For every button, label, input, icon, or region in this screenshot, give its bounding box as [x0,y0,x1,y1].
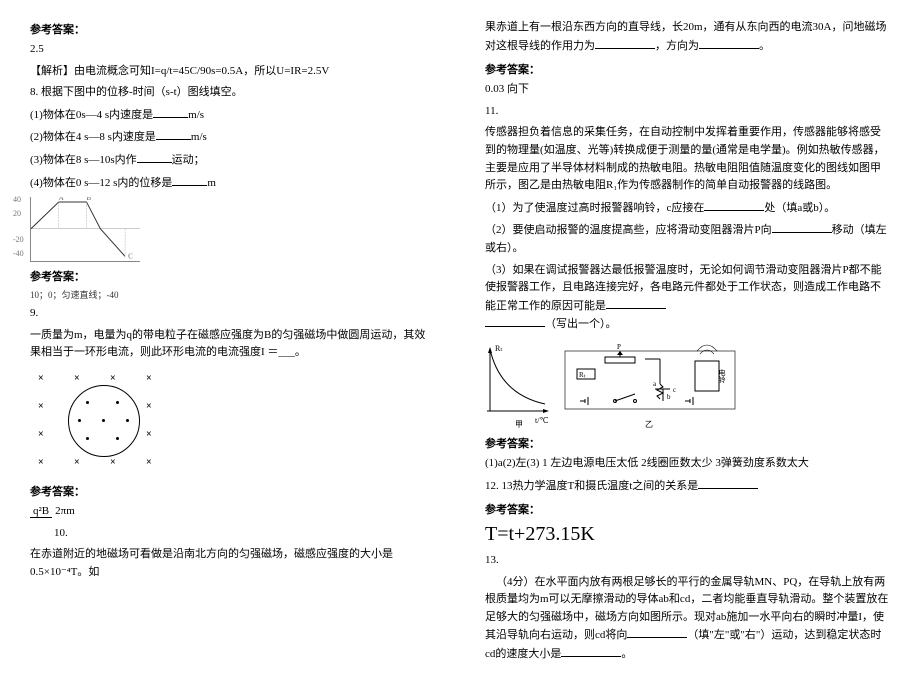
q11-3: （3）如果在调试报警器达最低报警温度时，无论如何调节滑动变阻器滑片P都不能使报警… [485,262,890,334]
svg-text:乙: 乙 [645,420,653,429]
svg-text:甲: 甲 [515,420,523,429]
rt-label: Rₜ [495,344,503,353]
q10-cont: 果赤道上有一根沿东西方向的直导线，长20m，通有从东向西的电流30A，问地磁场对… [485,19,890,55]
svg-text:b: b [667,393,671,401]
answer-heading-12: 参考答案： [485,501,890,517]
answer-heading-8: 参考答案： [30,268,435,284]
svg-text:P: P [617,343,621,351]
svg-text:A: A [59,197,64,202]
q12: 12. 13热力学温度T和摄氏温度t之间的关系是 [485,477,890,496]
q11-2: （2）要使启动报警的温度提高些，应将滑动变阻器滑片P向移动（填左或右）。 [485,221,890,257]
answer-heading-9: 参考答案： [30,483,435,499]
svg-text:电铃: 电铃 [718,368,726,384]
answer-heading-11: 参考答案： [485,435,890,451]
q11-1: （1）为了使温度过高时报警器响铃，c应接在处（填a或b）。 [485,199,890,218]
answer-9: q²B2πm [30,503,435,521]
answer-heading-10: 参考答案： [485,61,890,77]
svg-text:Rₜ: Rₜ [579,371,586,379]
explain-1: 【解析】由电流概念可知I=q/t=45C/90s=0.5A，所以U=IR=2.5… [30,63,435,81]
q11-text: 传感器担负着信息的采集任务，在自动控制中发挥着重要作用，传感器能够将感受到的物理… [485,124,890,194]
q10-text: 在赤道附近的地磁场可看做是沿南北方向的匀强磁场，磁感应强度的大小是0.5×10⁻… [30,546,435,581]
answer-10: 0.03 向下 [485,81,890,99]
svg-text:t/℃: t/℃ [535,416,548,425]
answer-12: T=t+273.15K [485,523,890,546]
q8-title: 8. 根据下图中的位移-时间（s-t）图线填空。 [30,84,435,102]
svg-text:c: c [673,386,676,394]
q11-num: 11. [485,103,890,121]
q13-text: （4分）在水平面内放有两根足够长的平行的金属导轨MN、PQ，在导轨上放有两根质量… [485,574,890,664]
q10-num: 10. [30,525,435,543]
q8-1: (1)物体在0s—4 s内速度是m/s [30,106,435,125]
answer-8: 10；0；匀速直线；-40 [30,288,435,301]
magnetic-field-diagram: ×××× ×× ×× ×××× [30,367,180,477]
answer-1: 2.5 [30,41,435,59]
answer-11: (1)a(2)左(3) 1 左边电源电压太低 2线圈匝数太少 3弹簧劲度系数太大 [485,455,890,473]
circuit-diagram: Rₜ t/℃ 甲 Rₜ P a b c 电铃 乙 [485,339,745,429]
svg-text:B: B [86,197,91,202]
q9-text: 一质量为m，电量为q的带电粒子在磁感应强度为B的匀强磁场中做圆周运动，其效果相当… [30,327,435,362]
q9-num: 9. [30,305,435,323]
svg-text:a: a [653,380,657,388]
q13-num: 13. [485,552,890,570]
q8-4: (4)物体在0 s—12 s内的位移是m [30,174,435,193]
q8-2: (2)物体在4 s—8 s内速度是m/s [30,128,435,147]
q8-3: (3)物体在8 s—10s内作运动； [30,151,435,170]
answer-heading-1: 参考答案： [30,21,435,37]
svg-text:C: C [128,254,133,261]
st-graph: 40 20 -20 -40 A B C [30,197,140,262]
